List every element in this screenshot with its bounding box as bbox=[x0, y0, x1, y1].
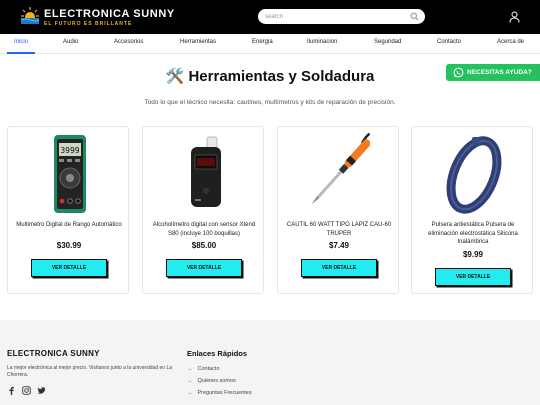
nav-item-seguridad[interactable]: Seguridad bbox=[374, 39, 401, 45]
arrow-right-icon: → bbox=[187, 366, 193, 372]
search-icon[interactable] bbox=[410, 12, 419, 21]
site-footer: ELECTRONICA SUNNY La mejor electrónica a… bbox=[0, 320, 540, 405]
footer-description: La mejor electrónica al mejor precio. Vi… bbox=[7, 365, 172, 378]
footer-link-label[interactable]: Preguntas Frecuentes bbox=[198, 390, 252, 396]
category-nav: Inicio Audio Accesorios Herramientas Ene… bbox=[0, 34, 540, 54]
footer-link-label[interactable]: Contacto bbox=[198, 366, 220, 372]
product-price: $85.00 bbox=[191, 241, 217, 250]
tools-emoji-icon: 🛠️ bbox=[165, 68, 185, 85]
page-title: 🛠️ Herramientas y Soldadura bbox=[0, 67, 540, 85]
product-price: $7.49 bbox=[328, 241, 350, 250]
nav-item-acerca[interactable]: Acerca de bbox=[497, 39, 524, 45]
product-card[interactable]: Pulsera antiestática Pulsera de eliminac… bbox=[411, 126, 533, 294]
product-card[interactable]: 3999 Multimetro Digital de Rango Automát… bbox=[7, 126, 129, 294]
footer-link-faq[interactable]: → Preguntas Frecuentes bbox=[187, 390, 252, 396]
footer-link-contacto[interactable]: → Contacto bbox=[187, 366, 220, 372]
search-input[interactable] bbox=[265, 11, 405, 22]
antistatic-wristband-image[interactable] bbox=[442, 131, 504, 217]
product-card[interactable]: Alcoholímetro digital con sensor Xtend S… bbox=[142, 126, 264, 294]
product-price: $30.99 bbox=[56, 241, 82, 250]
product-name[interactable]: Multimetro Digital de Rango Automático bbox=[14, 221, 124, 230]
page-subtitle: Todo lo que el técnico necesita: cautine… bbox=[144, 99, 396, 106]
breathalyzer-image[interactable] bbox=[173, 131, 235, 217]
nav-item-energia[interactable]: Energia bbox=[252, 39, 273, 45]
nav-item-accesorios[interactable]: Accesorios bbox=[114, 39, 143, 45]
sun-logo-icon[interactable] bbox=[21, 6, 39, 24]
nav-item-audio[interactable]: Audio bbox=[63, 39, 78, 45]
view-detail-button[interactable]: VER DETALLE bbox=[31, 259, 107, 277]
product-name[interactable]: Pulsera antiestática Pulsera de eliminac… bbox=[418, 221, 528, 247]
product-price: $9.99 bbox=[462, 250, 484, 259]
nav-item-herramientas[interactable]: Herramientas bbox=[180, 39, 216, 45]
twitter-icon[interactable] bbox=[37, 386, 46, 395]
search-box[interactable] bbox=[258, 9, 425, 24]
page-title-text: Herramientas y Soldadura bbox=[188, 68, 375, 85]
view-detail-button[interactable]: VER DETALLE bbox=[301, 259, 377, 277]
brand-tagline: EL FUTURO ES BRILLANTE bbox=[44, 21, 133, 27]
view-detail-button[interactable]: VER DETALLE bbox=[435, 268, 511, 286]
user-account-icon[interactable] bbox=[509, 11, 520, 23]
active-tab-indicator bbox=[7, 52, 35, 54]
soldering-iron-image[interactable] bbox=[308, 131, 370, 217]
view-detail-button[interactable]: VER DETALLE bbox=[166, 259, 242, 277]
multimeter-display: 3999 bbox=[60, 146, 79, 155]
product-name[interactable]: CAUTIL 60 WATT TIPO LAPIZ CAU-60 TRUPER bbox=[284, 221, 394, 238]
footer-brand: ELECTRONICA SUNNY bbox=[7, 349, 100, 358]
footer-link-quienes-somos[interactable]: → Quiénes somos bbox=[187, 378, 236, 384]
multimeter-image[interactable]: 3999 bbox=[38, 131, 100, 217]
footer-link-label[interactable]: Quiénes somos bbox=[198, 378, 236, 384]
arrow-right-icon: → bbox=[187, 378, 193, 384]
footer-links-title: Enlaces Rápidos bbox=[187, 349, 248, 358]
top-header: ELECTRONICA SUNNY EL FUTURO ES BRILLANTE bbox=[0, 0, 540, 34]
nav-item-inicio[interactable]: Inicio bbox=[14, 39, 28, 45]
arrow-right-icon: → bbox=[187, 390, 193, 396]
nav-item-iluminacion[interactable]: Iluminacion bbox=[307, 39, 337, 45]
facebook-icon[interactable] bbox=[7, 386, 16, 395]
brand-name[interactable]: ELECTRONICA SUNNY bbox=[44, 8, 175, 20]
product-card[interactable]: CAUTIL 60 WATT TIPO LAPIZ CAU-60 TRUPER … bbox=[277, 126, 399, 294]
product-name[interactable]: Alcoholímetro digital con sensor Xtend S… bbox=[149, 221, 259, 238]
instagram-icon[interactable] bbox=[22, 386, 31, 395]
nav-item-contacto[interactable]: Contacto bbox=[437, 39, 461, 45]
